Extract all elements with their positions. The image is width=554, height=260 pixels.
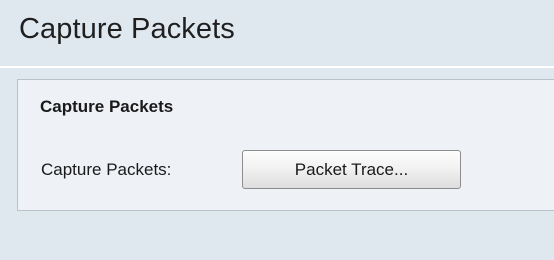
packet-trace-button[interactable]: Packet Trace...	[242, 150, 461, 189]
section-heading: Capture Packets	[40, 97, 174, 116]
title-divider	[0, 66, 554, 68]
capture-packets-label: Capture Packets:	[41, 160, 172, 179]
page-title: Capture Packets	[19, 13, 235, 45]
capture-packets-panel: Capture Packets Capture Packets: Packet …	[17, 79, 554, 211]
